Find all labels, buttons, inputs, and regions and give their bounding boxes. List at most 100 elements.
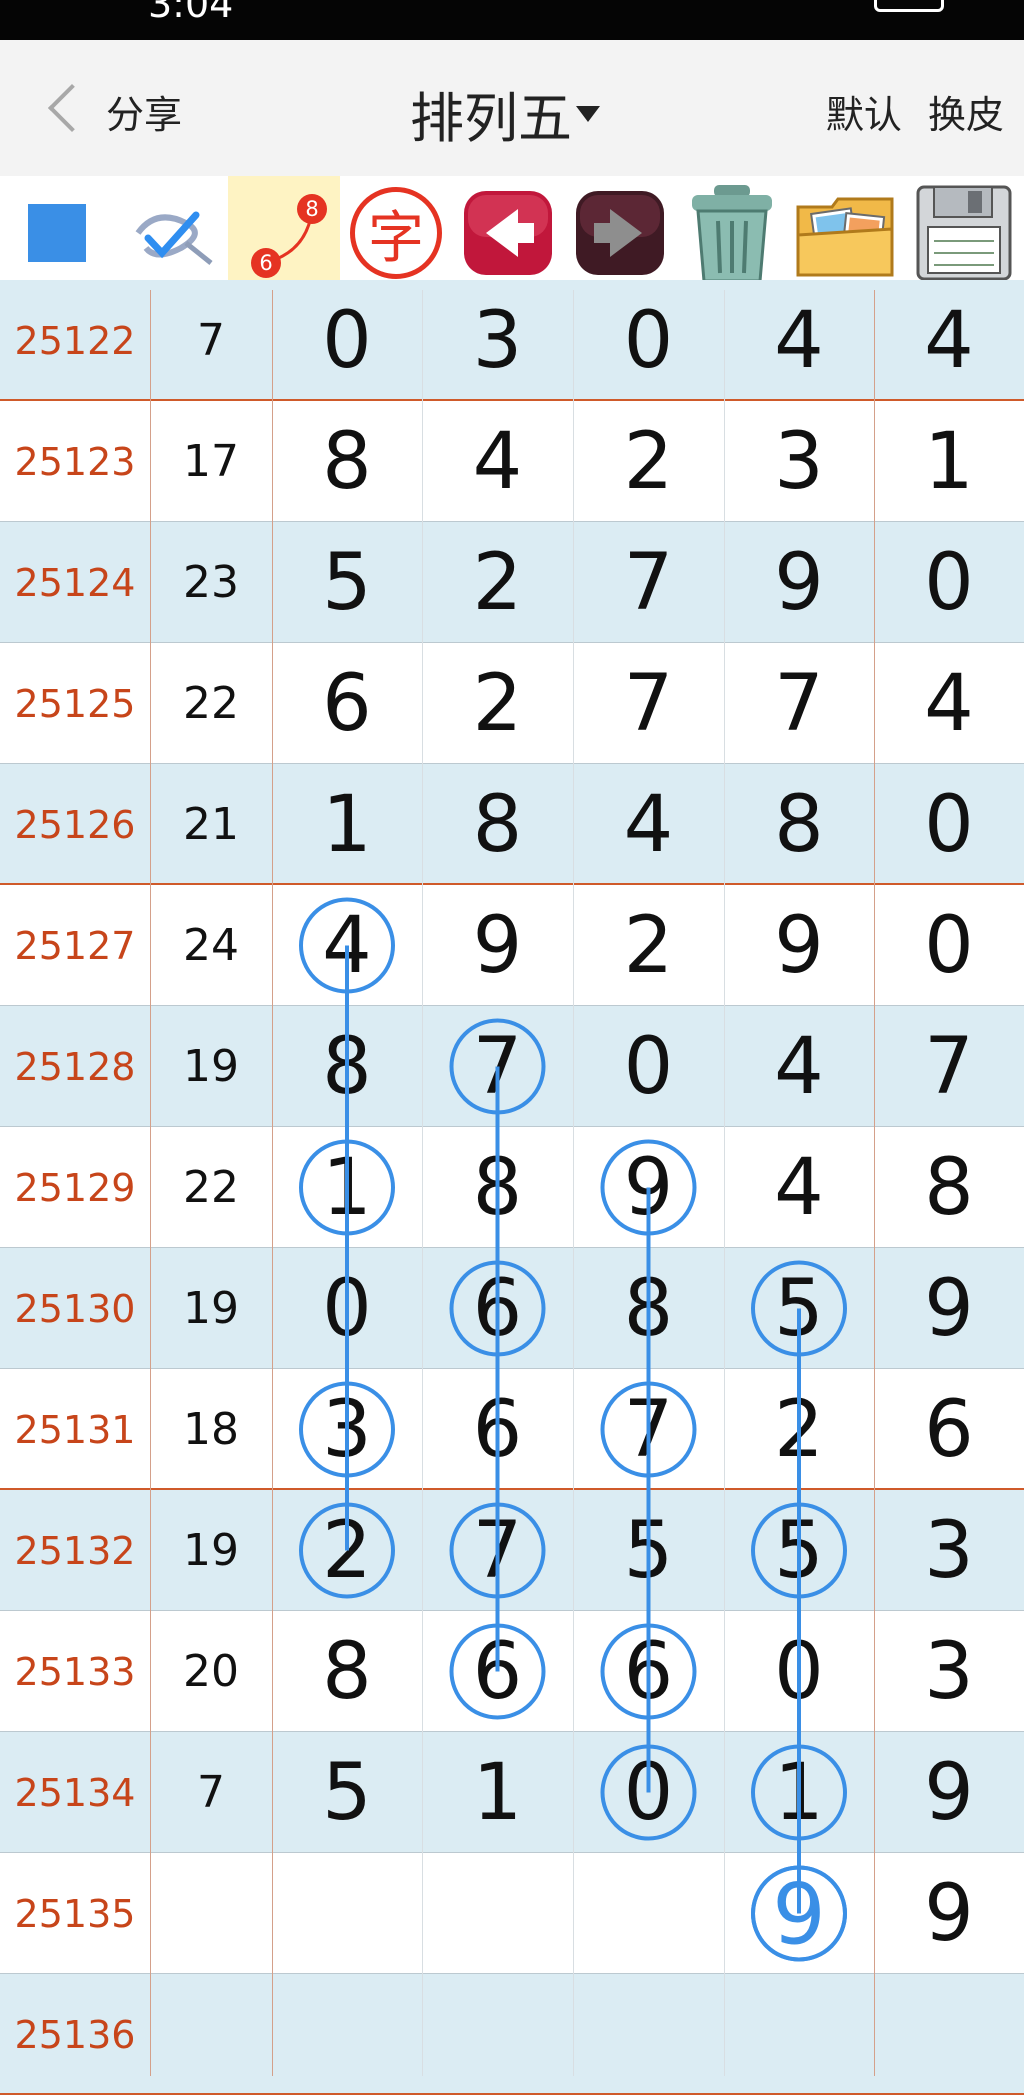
digit-cell[interactable]: 0: [874, 885, 1024, 1006]
digit-cell[interactable]: 7: [874, 1006, 1024, 1127]
digit-cell[interactable]: 1: [874, 401, 1024, 522]
digit-cell[interactable]: [724, 1974, 874, 2095]
table-row: 25134 7 5 1 0 1 9: [0, 1732, 1024, 1853]
digit-cell[interactable]: 1: [724, 1732, 874, 1853]
digit-cell[interactable]: 5: [724, 1248, 874, 1369]
digit-cell[interactable]: 2: [573, 885, 724, 1006]
digit-cell[interactable]: [422, 1974, 573, 2095]
sum-cell: 7: [197, 1767, 225, 1818]
digit-cell[interactable]: 0: [724, 1611, 874, 1732]
check-pen-tool[interactable]: [114, 176, 228, 290]
digit-cell[interactable]: 9: [874, 1853, 1024, 1974]
digit-cell[interactable]: 0: [874, 764, 1024, 885]
digit-cell[interactable]: 4: [724, 280, 874, 401]
digit-cell[interactable]: 2: [422, 643, 573, 764]
digit-cell[interactable]: 8: [272, 401, 422, 522]
sum-cell: 22: [183, 678, 239, 729]
digit-cell[interactable]: [272, 1853, 422, 1974]
digit-cell[interactable]: 1: [272, 1127, 422, 1248]
digit-cell[interactable]: 7: [573, 1369, 724, 1490]
digit-cell[interactable]: 6: [422, 1369, 573, 1490]
digit-cell[interactable]: 0: [272, 1248, 422, 1369]
digit-cell[interactable]: 9: [874, 1248, 1024, 1369]
digit-cell[interactable]: [422, 1853, 573, 1974]
digit-cell[interactable]: 5: [724, 1490, 874, 1611]
digit-cell[interactable]: 0: [573, 1006, 724, 1127]
digit-cell[interactable]: 4: [422, 401, 573, 522]
digit-cell[interactable]: [573, 1974, 724, 2095]
table-row: 25133 20 8 6 6 0 3: [0, 1611, 1024, 1732]
digit-cell[interactable]: 6: [422, 1611, 573, 1732]
digit-cell[interactable]: 1: [422, 1732, 573, 1853]
digit-cell[interactable]: 4: [724, 1127, 874, 1248]
digit-cell[interactable]: 7: [573, 522, 724, 643]
digit-cell[interactable]: 7: [422, 1006, 573, 1127]
text-tool[interactable]: 字: [340, 176, 452, 290]
undo-tool[interactable]: [452, 176, 564, 290]
digit-cell[interactable]: 3: [724, 401, 874, 522]
redo-tool[interactable]: [564, 176, 676, 290]
digit-cell[interactable]: [573, 1853, 724, 1974]
digit-cell[interactable]: 5: [272, 522, 422, 643]
digit-cell[interactable]: 9: [573, 1127, 724, 1248]
digit-cell[interactable]: 0: [573, 280, 724, 401]
digit-cell[interactable]: [272, 1974, 422, 2095]
column-divider: [874, 290, 875, 2076]
digit-cell[interactable]: 8: [422, 764, 573, 885]
digit-cell[interactable]: 3: [874, 1490, 1024, 1611]
digit-cell[interactable]: 4: [724, 1006, 874, 1127]
digit-cell[interactable]: 2: [573, 401, 724, 522]
digit-cell[interactable]: 6: [874, 1369, 1024, 1490]
sum-cell: 23: [183, 557, 239, 608]
sum-cell: 19: [183, 1525, 239, 1576]
digit-cell[interactable]: 8: [272, 1611, 422, 1732]
digit-cell[interactable]: 3: [422, 280, 573, 401]
save-tool[interactable]: [904, 176, 1024, 290]
digit-cell[interactable]: 9: [724, 885, 874, 1006]
digit-cell[interactable]: 9: [724, 522, 874, 643]
default-button[interactable]: 默认: [826, 93, 902, 137]
digit-cell[interactable]: 8: [874, 1127, 1024, 1248]
digit-cell[interactable]: 9: [874, 1732, 1024, 1853]
digit-cell[interactable]: 7: [573, 643, 724, 764]
digit-cell[interactable]: 6: [272, 643, 422, 764]
gallery-tool[interactable]: [788, 176, 904, 290]
digit-cell[interactable]: 3: [874, 1611, 1024, 1732]
digit-cell[interactable]: 4: [272, 885, 422, 1006]
digit-cell[interactable]: 4: [573, 764, 724, 885]
digit-cell[interactable]: 9: [422, 885, 573, 1006]
digit-cell[interactable]: 4: [874, 643, 1024, 764]
badge-bottom: 6: [259, 251, 272, 275]
digit-cell[interactable]: 3: [272, 1369, 422, 1490]
digit-cell[interactable]: 2: [272, 1490, 422, 1611]
digit-cell[interactable]: 8: [272, 1006, 422, 1127]
digit-cell[interactable]: 8: [573, 1248, 724, 1369]
sum-cell: 7: [197, 315, 225, 366]
digit-cell[interactable]: [724, 1853, 874, 1974]
digit-cell[interactable]: 5: [272, 1732, 422, 1853]
trash-tool[interactable]: [676, 176, 788, 290]
connect-line-tool[interactable]: 8 6: [228, 176, 340, 290]
blue-square-tool[interactable]: [0, 176, 114, 290]
digit-cell[interactable]: [874, 1974, 1024, 2095]
digit-cell[interactable]: 6: [422, 1248, 573, 1369]
digit-cell[interactable]: 8: [422, 1127, 573, 1248]
share-button[interactable]: 分享: [106, 84, 182, 139]
digit-cell[interactable]: 7: [422, 1490, 573, 1611]
digit-cell[interactable]: 8: [724, 764, 874, 885]
digit-cell[interactable]: 0: [272, 280, 422, 401]
skin-button[interactable]: 换皮: [928, 93, 1004, 137]
sum-cell: 24: [183, 920, 239, 971]
digit-cell[interactable]: 6: [573, 1611, 724, 1732]
digit-cell[interactable]: 0: [573, 1732, 724, 1853]
digit-cell[interactable]: 0: [874, 522, 1024, 643]
sum-cell: [150, 1853, 272, 1974]
digit-cell[interactable]: 1: [272, 764, 422, 885]
digit-cell[interactable]: 2: [724, 1369, 874, 1490]
digit-cell[interactable]: 2: [422, 522, 573, 643]
digit-cell[interactable]: 7: [724, 643, 874, 764]
back-button[interactable]: [36, 72, 97, 144]
lottery-selector[interactable]: 排列五: [410, 74, 600, 153]
digit-cell[interactable]: 4: [874, 280, 1024, 401]
digit-cell[interactable]: 5: [573, 1490, 724, 1611]
